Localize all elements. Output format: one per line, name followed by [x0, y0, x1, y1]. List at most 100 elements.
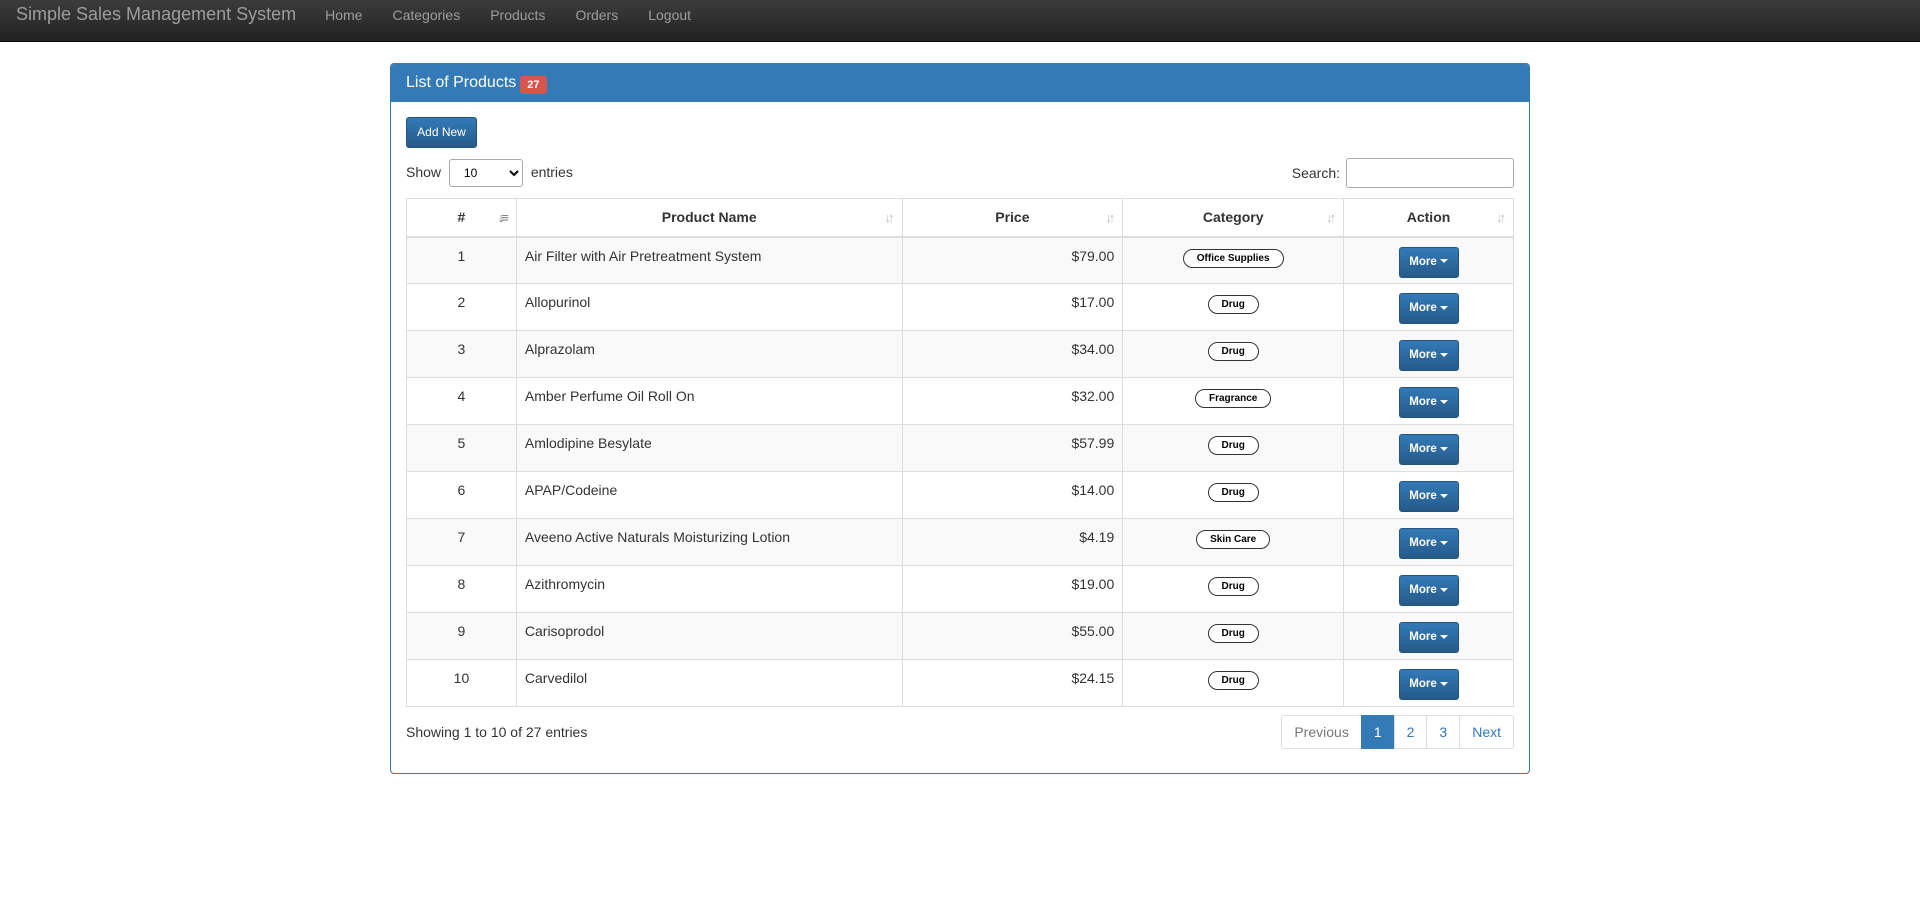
pagination-page-2[interactable]: 2 — [1393, 715, 1428, 749]
panel-title: List of Products — [406, 74, 517, 91]
cell-product-name: Allopurinol — [515, 283, 903, 331]
table-footer: Showing 1 to 10 of 27 entries Previous 1… — [406, 715, 1514, 749]
cell-product-name: Aveeno Active Naturals Moisturizing Loti… — [515, 518, 903, 566]
more-button-label: More — [1409, 302, 1437, 314]
category-badge: Drug — [1207, 295, 1259, 314]
cell-category: Drug — [1122, 565, 1345, 613]
more-dropdown-button[interactable]: More — [1398, 622, 1459, 653]
more-button-label: More — [1409, 443, 1437, 455]
cell-price: $57.99 — [901, 424, 1124, 472]
table-row: 10 Carvedilol $24.15 Drug More — [406, 659, 1514, 707]
cell-product-name: APAP/Codeine — [515, 471, 903, 519]
cell-product-name: Carisoprodol — [515, 612, 903, 660]
caret-down-icon — [1439, 352, 1448, 357]
cell-number: 1 — [406, 236, 517, 284]
panel-body: Add New Show 10 entries Search: # ↓≡ Pro… — [391, 102, 1529, 764]
product-count-badge: 27 — [520, 75, 547, 94]
cell-price: $79.00 — [901, 236, 1124, 284]
caret-down-icon — [1439, 305, 1448, 310]
cell-category: Skin Care — [1122, 518, 1345, 566]
cell-action: More — [1343, 236, 1514, 284]
nav-logout[interactable]: Logout — [633, 0, 706, 36]
more-button-label: More — [1409, 537, 1437, 549]
more-dropdown-button[interactable]: More — [1398, 434, 1459, 465]
caret-down-icon — [1439, 634, 1448, 639]
cell-number: 8 — [406, 565, 517, 613]
more-dropdown-button[interactable]: More — [1398, 669, 1459, 700]
col-header-category[interactable]: Category ↓↑ — [1122, 198, 1345, 238]
cell-price: $19.00 — [901, 565, 1124, 613]
caret-down-icon — [1439, 540, 1448, 545]
cell-product-name: Air Filter with Air Pretreatment System — [515, 236, 903, 284]
col-header-price[interactable]: Price ↓↑ — [901, 198, 1124, 238]
caret-down-icon — [1439, 681, 1448, 686]
search-control: Search: — [1292, 158, 1514, 188]
table-row: 2 Allopurinol $17.00 Drug More — [406, 283, 1514, 331]
entries-per-page-select[interactable]: 10 — [448, 159, 523, 187]
cell-category: Drug — [1122, 330, 1345, 378]
cell-product-name: Alprazolam — [515, 330, 903, 378]
more-button-label: More — [1409, 349, 1437, 361]
category-badge: Fragrance — [1194, 389, 1272, 408]
more-button-label: More — [1409, 490, 1437, 502]
nav-products[interactable]: Products — [475, 0, 560, 36]
nav-home[interactable]: Home — [310, 0, 377, 36]
cell-action: More — [1343, 471, 1514, 519]
more-button-label: More — [1409, 396, 1437, 408]
cell-action: More — [1343, 612, 1514, 660]
table-row: 3 Alprazolam $34.00 Drug More — [406, 330, 1514, 378]
col-header-price-label: Price — [995, 209, 1030, 226]
col-header-action[interactable]: Action ↓↑ — [1343, 198, 1514, 238]
cell-action: More — [1343, 565, 1514, 613]
sort-icon: ↓↑ — [884, 210, 895, 225]
more-button-label: More — [1409, 255, 1437, 268]
cell-category: Drug — [1122, 659, 1345, 707]
caret-down-icon — [1439, 399, 1448, 404]
products-table: # ↓≡ Product Name ↓↑ Price ↓↑ Category ↓… — [406, 198, 1514, 707]
more-dropdown-button[interactable]: More — [1398, 481, 1459, 512]
brand-link[interactable]: Simple Sales Management System — [16, 4, 296, 25]
cell-number: 9 — [406, 612, 517, 660]
category-badge: Drug — [1207, 342, 1259, 361]
panel-heading: List of Products 27 — [391, 64, 1529, 102]
table-controls: Show 10 entries Search: — [406, 158, 1514, 188]
category-badge: Office Supplies — [1182, 248, 1284, 268]
pagination-page-1[interactable]: 1 — [1360, 715, 1395, 749]
table-row: 8 Azithromycin $19.00 Drug More — [406, 565, 1514, 613]
more-dropdown-button[interactable]: More — [1398, 293, 1459, 324]
more-dropdown-button[interactable]: More — [1398, 340, 1459, 371]
col-header-number[interactable]: # ↓≡ — [406, 198, 517, 238]
table-row: 7 Aveeno Active Naturals Moisturizing Lot… — [406, 518, 1514, 566]
nav-categories[interactable]: Categories — [377, 0, 475, 36]
table-row: 1 Air Filter with Air Pretreatment System… — [406, 236, 1514, 284]
nav-orders[interactable]: Orders — [560, 0, 633, 36]
col-header-number-label: # — [457, 209, 466, 226]
pagination-next[interactable]: Next — [1459, 715, 1514, 749]
more-dropdown-button[interactable]: More — [1398, 246, 1459, 278]
col-header-product-name[interactable]: Product Name ↓↑ — [515, 198, 903, 238]
category-badge: Skin Care — [1196, 530, 1271, 549]
pagination-previous[interactable]: Previous — [1281, 715, 1362, 749]
cell-price: $24.15 — [901, 659, 1124, 707]
cell-action: More — [1343, 518, 1514, 566]
pagination-page-3[interactable]: 3 — [1426, 715, 1461, 749]
cell-price: $14.00 — [901, 471, 1124, 519]
more-dropdown-button[interactable]: More — [1398, 387, 1459, 418]
cell-action: More — [1343, 659, 1514, 707]
length-control: Show 10 entries — [406, 159, 573, 187]
cell-price: $32.00 — [901, 377, 1124, 425]
category-badge: Drug — [1207, 624, 1259, 643]
cell-price: $34.00 — [901, 330, 1124, 378]
cell-number: 10 — [406, 659, 517, 707]
table-row: 9 Carisoprodol $55.00 Drug More — [406, 612, 1514, 660]
cell-product-name: Amber Perfume Oil Roll On — [515, 377, 903, 425]
caret-down-icon — [1439, 446, 1448, 451]
cell-price: $55.00 — [901, 612, 1124, 660]
search-input[interactable] — [1346, 158, 1514, 188]
cell-price: $4.19 — [901, 518, 1124, 566]
table-row: 4 Amber Perfume Oil Roll On $32.00 Fragranc… — [406, 377, 1514, 425]
more-dropdown-button[interactable]: More — [1398, 575, 1459, 606]
more-dropdown-button[interactable]: More — [1398, 528, 1459, 559]
add-new-button[interactable]: Add New — [406, 117, 477, 148]
table-body: 1 Air Filter with Air Pretreatment System… — [406, 236, 1514, 707]
